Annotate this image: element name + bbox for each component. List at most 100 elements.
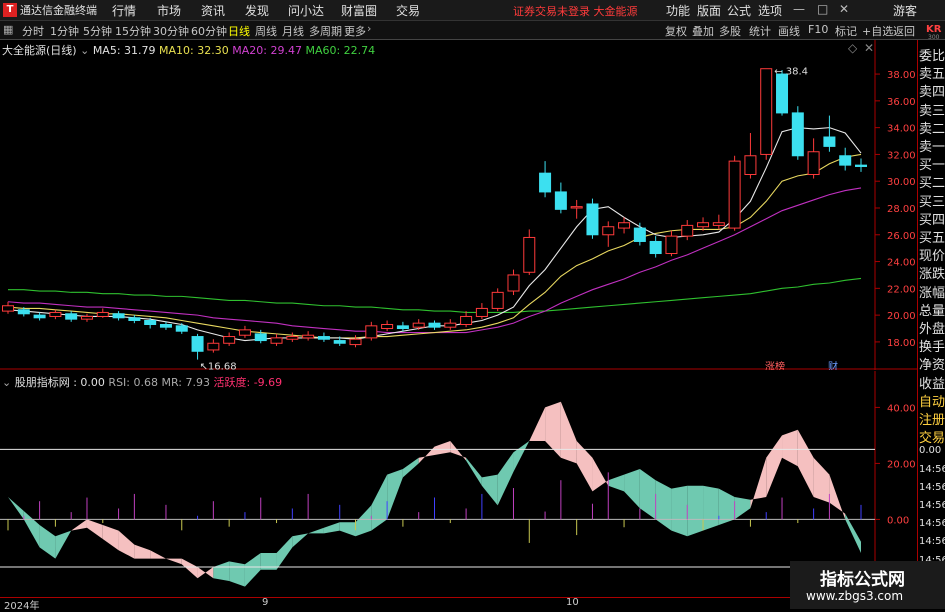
candle bbox=[586, 198, 599, 239]
menu-item-wealth[interactable]: 财富圈 bbox=[341, 2, 377, 19]
panel-item[interactable]: 自动 bbox=[919, 391, 945, 410]
x-label-oct: 10 bbox=[566, 597, 579, 608]
high-price-label: ← 38.4 bbox=[774, 67, 808, 78]
panel-item[interactable]: 卖二 bbox=[919, 118, 945, 137]
app-title: 通达信金融终端 bbox=[20, 4, 97, 17]
candle-body bbox=[507, 274, 520, 292]
panel-item[interactable]: 注册 bbox=[919, 409, 945, 428]
candle-body bbox=[539, 172, 552, 193]
panel-badge-small: 300 bbox=[928, 34, 940, 41]
panel-item[interactable]: 卖一 bbox=[919, 136, 945, 155]
guest-label[interactable]: 游客 bbox=[893, 2, 917, 19]
period-30min[interactable]: 30分钟 bbox=[153, 23, 189, 39]
app-logo-icon: T bbox=[3, 3, 17, 17]
panel-item[interactable]: 买三 bbox=[919, 191, 945, 210]
panel-item[interactable]: 14:56 bbox=[919, 464, 945, 475]
menu-item-ask[interactable]: 问小达 bbox=[288, 2, 324, 19]
candle bbox=[539, 161, 552, 198]
candle-body bbox=[475, 307, 488, 317]
login-notice[interactable]: 证券交易未登录 大金能源 bbox=[513, 3, 638, 19]
menu-item-markets[interactable]: 市场 bbox=[157, 2, 181, 19]
candle-body bbox=[697, 222, 710, 228]
candle bbox=[365, 321, 378, 341]
panel-item[interactable]: 卖五 bbox=[919, 63, 945, 82]
menu-function[interactable]: 功能 bbox=[666, 2, 690, 19]
period-daily[interactable]: 日线 bbox=[228, 23, 250, 39]
panel-item[interactable]: 买五 bbox=[919, 227, 945, 246]
panel-item[interactable]: 换手 bbox=[919, 336, 945, 355]
tool-fuquan[interactable]: 复权 bbox=[665, 23, 687, 39]
period-intraday[interactable]: 分时 bbox=[22, 23, 44, 39]
candle bbox=[665, 230, 678, 257]
panel-item[interactable]: 买二 bbox=[919, 172, 945, 191]
panel-item[interactable]: 14:56 bbox=[919, 518, 945, 529]
period-multi[interactable]: 多周期 bbox=[309, 23, 342, 39]
price-chart[interactable]: 38.00 36.00 34.00 32.00 30.00 28.00 26.00 24.00… bbox=[0, 40, 917, 370]
indicator-band bbox=[639, 469, 656, 520]
chevron-right-icon[interactable]: › bbox=[367, 22, 371, 35]
panel-item[interactable]: 0.00 bbox=[919, 445, 945, 456]
indicator-y-label: 0.00 bbox=[887, 515, 909, 526]
panel-item[interactable]: 收益 bbox=[919, 373, 945, 392]
panel-item[interactable]: 现价 bbox=[919, 245, 945, 264]
panel-item[interactable]: 总量 bbox=[919, 300, 945, 319]
maximize-icon[interactable]: □ bbox=[817, 2, 828, 16]
menu-item-discover[interactable]: 发现 bbox=[245, 2, 269, 19]
period-60min[interactable]: 60分钟 bbox=[191, 23, 227, 39]
candle bbox=[191, 333, 204, 360]
panel-item[interactable]: 14:56 bbox=[919, 482, 945, 493]
tool-stats[interactable]: 统计 bbox=[749, 23, 771, 39]
tool-f10[interactable]: F10 bbox=[808, 23, 828, 36]
tool-overlay[interactable]: 叠加 bbox=[692, 23, 714, 39]
indicator-band bbox=[466, 457, 482, 486]
period-1min[interactable]: 1分钟 bbox=[50, 23, 79, 39]
candle bbox=[33, 312, 46, 321]
period-15min[interactable]: 15分钟 bbox=[115, 23, 151, 39]
period-weekly[interactable]: 周线 bbox=[255, 23, 277, 39]
x-axis bbox=[0, 597, 917, 610]
y-tick-label: 24.00 bbox=[887, 258, 916, 269]
candle bbox=[317, 332, 330, 342]
panel-item[interactable]: 涨跌 bbox=[919, 263, 945, 282]
indicator-band bbox=[624, 469, 640, 509]
menu-formula[interactable]: 公式 bbox=[727, 2, 751, 19]
close-icon[interactable]: ✕ bbox=[839, 2, 849, 16]
candle-body bbox=[602, 226, 615, 236]
minimize-icon[interactable]: — bbox=[793, 2, 805, 16]
low-price-label: ↖16.68 bbox=[200, 362, 237, 370]
indicator-band bbox=[55, 530, 72, 559]
layout-grid-icon[interactable]: ▦ bbox=[3, 23, 13, 36]
tool-mark[interactable]: 标记 bbox=[835, 23, 857, 39]
panel-item[interactable]: 14:56 bbox=[919, 536, 945, 547]
candle-body bbox=[207, 342, 220, 351]
period-monthly[interactable]: 月线 bbox=[282, 23, 304, 39]
indicator-band bbox=[181, 558, 198, 579]
panel-item[interactable]: 涨幅 bbox=[919, 282, 945, 301]
panel-item[interactable]: 外盘 bbox=[919, 318, 945, 337]
tool-back[interactable]: 返回 bbox=[893, 23, 915, 39]
period-more[interactable]: 更多 bbox=[344, 23, 366, 39]
panel-item[interactable]: 卖四 bbox=[919, 81, 945, 100]
panel-item[interactable]: 委比 bbox=[919, 45, 945, 64]
indicator-band bbox=[734, 497, 751, 520]
panel-item[interactable]: 买四 bbox=[919, 209, 945, 228]
menu-item-market[interactable]: 行情 bbox=[112, 2, 136, 19]
indicator-band bbox=[703, 485, 719, 531]
tool-add-watchlist[interactable]: +自选 bbox=[862, 23, 893, 39]
panel-item[interactable]: 14:56 bbox=[919, 500, 945, 511]
panel-item[interactable]: 净资 bbox=[919, 354, 945, 373]
menu-item-news[interactable]: 资讯 bbox=[201, 2, 225, 19]
panel-item[interactable]: 卖三 bbox=[919, 100, 945, 119]
tool-draw[interactable]: 画线 bbox=[778, 23, 800, 39]
panel-item[interactable]: 交易 bbox=[919, 427, 945, 446]
period-5min[interactable]: 5分钟 bbox=[83, 23, 112, 39]
panel-item[interactable]: 买一 bbox=[919, 154, 945, 173]
candle-body bbox=[649, 240, 662, 255]
menu-options[interactable]: 选项 bbox=[758, 2, 782, 19]
tool-multistock[interactable]: 多股 bbox=[719, 23, 741, 39]
candle bbox=[523, 229, 536, 275]
indicator-chart[interactable]: 40.0020.000.00-20.00 bbox=[0, 371, 917, 597]
indicator-band bbox=[102, 525, 119, 551]
menu-layout[interactable]: 版面 bbox=[697, 2, 721, 19]
menu-item-trade[interactable]: 交易 bbox=[396, 2, 420, 19]
